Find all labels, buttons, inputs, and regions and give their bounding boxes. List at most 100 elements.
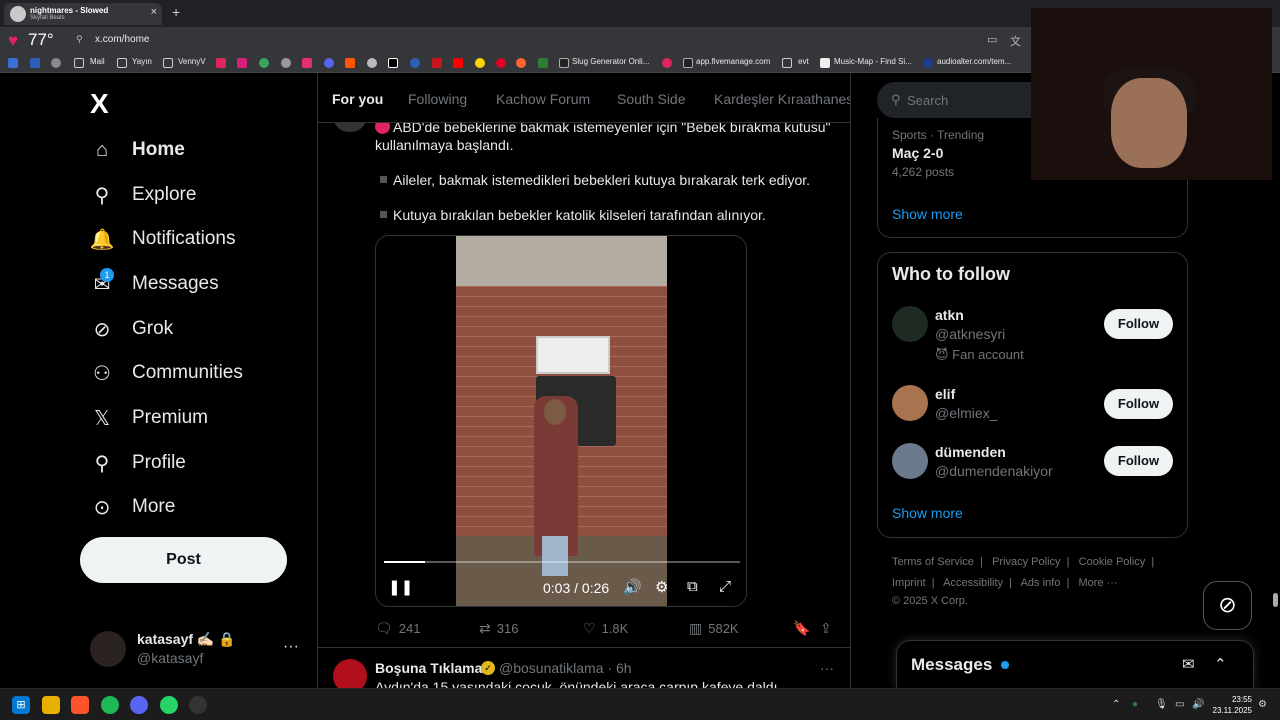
bookmark-mail[interactable]: Mail bbox=[90, 57, 105, 66]
notification-icon[interactable]: ⚙ bbox=[1258, 699, 1267, 710]
bookmark-icon[interactable] bbox=[388, 58, 398, 68]
bookmark-music-map[interactable]: Music-Map - Find Si... bbox=[834, 57, 912, 66]
sidebar-item-premium[interactable]: 𝕏 Premium bbox=[90, 398, 208, 438]
bookmark-icon[interactable] bbox=[432, 58, 442, 68]
messages-drawer[interactable]: Messages ✉ ⌃ bbox=[896, 640, 1254, 688]
settings-icon[interactable]: ⚙ bbox=[655, 578, 668, 596]
bookmark-icon[interactable] bbox=[559, 58, 569, 68]
suggestion-name[interactable]: dümenden bbox=[935, 444, 1006, 460]
bookmark-icon[interactable] bbox=[475, 58, 485, 68]
sidebar-item-grok[interactable]: ⊘ Grok bbox=[90, 309, 174, 349]
bookmark-icon[interactable] bbox=[683, 58, 693, 68]
tray-expand-icon[interactable]: ⌃ bbox=[1112, 699, 1120, 710]
scrollbar-thumb[interactable] bbox=[1273, 593, 1278, 607]
footer-link-more[interactable]: More ··· bbox=[1078, 577, 1117, 589]
volume-icon[interactable]: 🔊 bbox=[623, 578, 642, 596]
avatar[interactable] bbox=[892, 306, 928, 342]
bookmark-icon[interactable] bbox=[410, 58, 420, 68]
bookmark-icon[interactable] bbox=[453, 58, 463, 68]
footer-link-cookie[interactable]: Cookie Policy bbox=[1079, 556, 1146, 568]
follow-button[interactable]: Follow bbox=[1104, 309, 1173, 339]
page-scrollbar[interactable] bbox=[1271, 73, 1280, 688]
sidebar-item-profile[interactable]: ⚲ Profile bbox=[90, 443, 186, 483]
trends-show-more-link[interactable]: Show more bbox=[892, 206, 963, 222]
bookmark-icon[interactable] bbox=[237, 58, 247, 68]
bookmark-icon[interactable] bbox=[516, 58, 526, 68]
sidebar-item-explore[interactable]: ⚲ Explore bbox=[90, 175, 197, 215]
screen-icon[interactable]: ▭ bbox=[987, 33, 997, 46]
footer-link-privacy[interactable]: Privacy Policy bbox=[992, 556, 1060, 568]
trend-title[interactable]: Maç 2-0 bbox=[892, 145, 943, 161]
footer-link-accessibility[interactable]: Accessibility bbox=[943, 577, 1003, 589]
bookmark-icon[interactable] bbox=[820, 58, 830, 68]
picture-in-picture-icon[interactable]: ⧉ bbox=[687, 578, 698, 595]
new-tab-button[interactable]: + bbox=[172, 4, 180, 20]
suggestion-name[interactable]: elif bbox=[935, 386, 955, 402]
avatar[interactable] bbox=[892, 385, 928, 421]
tab-following[interactable]: Following bbox=[408, 91, 467, 107]
follow-button[interactable]: Follow bbox=[1104, 389, 1173, 419]
bookmark-icon[interactable] bbox=[30, 58, 40, 68]
bookmark-icon[interactable] bbox=[259, 58, 269, 68]
pause-icon[interactable]: ❚❚ bbox=[388, 578, 413, 596]
bookmark-icon[interactable] bbox=[8, 58, 18, 68]
like-button[interactable]: ♡ 1.8K bbox=[583, 620, 628, 637]
network-icon[interactable]: ▭ bbox=[1175, 699, 1184, 710]
expand-icon[interactable]: ⌃ bbox=[1214, 655, 1227, 673]
url-field[interactable]: x.com/home bbox=[95, 34, 149, 45]
footer-link-imprint[interactable]: Imprint bbox=[892, 577, 926, 589]
tweet-author-name[interactable]: Boşuna Tıklama bbox=[375, 660, 482, 676]
bookmark-yayin[interactable]: Yayın bbox=[132, 57, 152, 66]
bookmark-button[interactable]: 🔖 bbox=[793, 620, 816, 637]
bookmark-icon[interactable] bbox=[302, 58, 312, 68]
tray-app-icon[interactable]: ● bbox=[1132, 699, 1138, 710]
video-progress-bar[interactable] bbox=[384, 561, 740, 563]
reply-button[interactable]: 🗨 241 bbox=[375, 620, 420, 637]
post-button[interactable]: Post bbox=[80, 537, 287, 583]
browser-tab[interactable]: nightmares - Slowed Skyfall Beats × bbox=[4, 3, 162, 25]
footer-link-ads[interactable]: Ads info bbox=[1021, 577, 1061, 589]
tweet-more-icon[interactable]: ··· bbox=[820, 660, 834, 676]
whatsapp-icon[interactable] bbox=[160, 696, 178, 714]
tab-for-you[interactable]: For you bbox=[332, 91, 383, 107]
account-more-button[interactable]: ··· bbox=[283, 638, 299, 656]
discord-icon[interactable] bbox=[130, 696, 148, 714]
bookmark-evt[interactable]: evt bbox=[798, 57, 809, 66]
steam-icon[interactable] bbox=[189, 696, 207, 714]
bookmark-icon[interactable] bbox=[496, 58, 506, 68]
tab-south-side[interactable]: South Side bbox=[617, 91, 686, 107]
volume-icon[interactable]: 🔊 bbox=[1192, 699, 1204, 710]
bookmark-icon[interactable] bbox=[923, 58, 933, 68]
sidebar-item-communities[interactable]: ⚇ Communities bbox=[90, 353, 243, 393]
bookmark-icon[interactable] bbox=[51, 58, 61, 68]
avatar[interactable] bbox=[90, 631, 126, 667]
brave-browser-icon[interactable] bbox=[71, 696, 89, 714]
bookmark-icon[interactable] bbox=[662, 58, 672, 68]
bookmark-icon[interactable] bbox=[216, 58, 226, 68]
views-button[interactable]: ▥ 582K bbox=[689, 620, 739, 637]
follow-button[interactable]: Follow bbox=[1104, 446, 1173, 476]
file-explorer-icon[interactable] bbox=[42, 696, 60, 714]
clock[interactable]: 23:55 23.11.2025 bbox=[1210, 694, 1252, 716]
windows-start-icon[interactable]: ⊞ bbox=[12, 696, 30, 714]
account-name[interactable]: katasayf ✍🏻 🔒 bbox=[137, 631, 236, 648]
tab-kardesler[interactable]: Kardeşler Kıraathanesi bbox=[714, 91, 850, 107]
avatar[interactable] bbox=[892, 443, 928, 479]
sidebar-item-home[interactable]: ⌂ Home bbox=[90, 130, 185, 170]
bookmark-icon[interactable] bbox=[538, 58, 548, 68]
spotify-icon[interactable] bbox=[101, 696, 119, 714]
sidebar-item-more[interactable]: ⊙ More bbox=[90, 487, 176, 527]
share-button[interactable]: ⇪ bbox=[820, 620, 838, 637]
bookmark-icon[interactable] bbox=[367, 58, 377, 68]
bookmark-vennyv[interactable]: VennyV bbox=[178, 57, 206, 66]
follow-show-more-link[interactable]: Show more bbox=[892, 505, 963, 521]
bookmark-icon[interactable] bbox=[324, 58, 334, 68]
bookmark-fivemanage[interactable]: app.fivemanage.com bbox=[696, 57, 770, 66]
bookmark-icon[interactable] bbox=[345, 58, 355, 68]
translate-icon[interactable]: 文 bbox=[1010, 33, 1021, 49]
bookmark-icon[interactable] bbox=[281, 58, 291, 68]
bookmark-slug-generator[interactable]: Slug Generator Onli... bbox=[572, 57, 649, 66]
suggestion-name[interactable]: atkn bbox=[935, 307, 964, 323]
grok-floating-button[interactable]: ⊘ bbox=[1203, 581, 1252, 630]
sidebar-item-notifications[interactable]: 🔔 Notifications bbox=[90, 219, 236, 259]
